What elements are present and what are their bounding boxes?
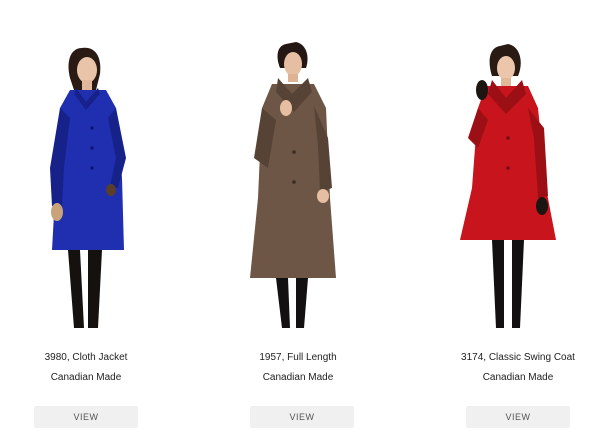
view-button[interactable]: VIEW — [250, 406, 354, 428]
product-origin: Canadian Made — [262, 372, 334, 383]
model-photo-cloth-jacket — [50, 47, 126, 328]
product-image[interactable] — [420, 28, 600, 338]
product-image[interactable] — [0, 28, 180, 338]
model-photo-full-length — [250, 42, 336, 328]
product-card: 1957, Full Length Canadian Made VIEW — [206, 0, 386, 438]
view-button[interactable]: VIEW — [34, 406, 138, 428]
product-origin: Canadian Made — [482, 372, 554, 383]
product-image[interactable] — [206, 28, 386, 338]
product-card: 3174, Classic Swing Coat Canadian Made V… — [420, 0, 600, 438]
view-button[interactable]: VIEW — [466, 406, 570, 428]
product-title[interactable]: 3980, Cloth Jacket — [0, 352, 176, 363]
product-title[interactable]: 3174, Classic Swing Coat — [428, 352, 600, 363]
product-origin: Canadian Made — [50, 372, 122, 383]
product-title[interactable]: 1957, Full Length — [208, 352, 388, 363]
product-grid: 3980, Cloth Jacket Canadian Made VIEW 19… — [0, 0, 600, 438]
product-card: 3980, Cloth Jacket Canadian Made VIEW — [0, 0, 180, 438]
model-photo-swing-coat — [460, 44, 556, 328]
